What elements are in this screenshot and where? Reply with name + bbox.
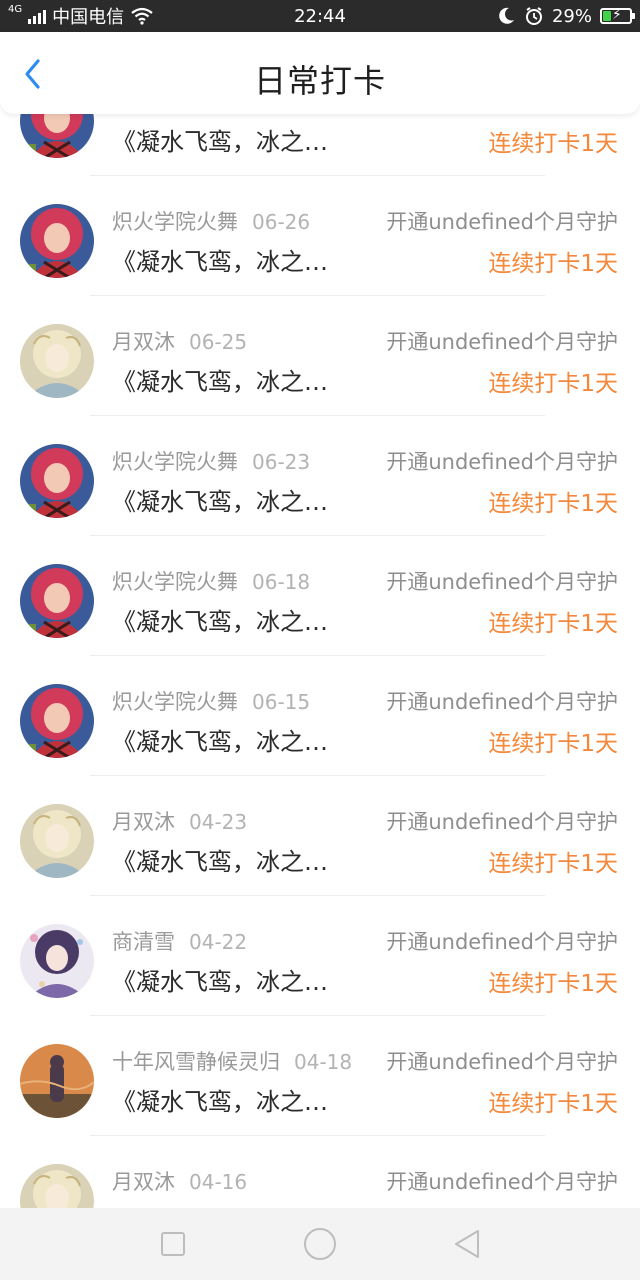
checkin-content: 《凝水飞鸾，冰之… bbox=[112, 968, 328, 996]
checkin-content: 《凝水飞鸾，冰之… bbox=[112, 848, 328, 876]
battery-percent: 29% bbox=[551, 5, 592, 27]
user-name: 商清雪 bbox=[112, 930, 175, 954]
checkin-date: 04-23 bbox=[189, 810, 248, 834]
user-name: 月双沐 bbox=[112, 1170, 175, 1194]
status-right: 29% ⚡ bbox=[496, 0, 635, 32]
guard-status: 开通undefined个月守护 bbox=[386, 930, 618, 954]
system-back-button[interactable] bbox=[447, 1224, 487, 1264]
checkin-date: 06-18 bbox=[252, 570, 311, 594]
guard-status: 开通undefined个月守护 bbox=[386, 690, 618, 714]
checkin-date: 06-23 bbox=[252, 450, 311, 474]
battery-fill bbox=[603, 11, 611, 21]
moon-icon bbox=[499, 7, 514, 24]
battery-icon: ⚡ bbox=[600, 7, 635, 24]
streak-label: 连续打卡1天 bbox=[488, 611, 618, 637]
guard-status: 开通undefined个月守护 bbox=[386, 450, 618, 474]
name-line: 炽火学院火舞 06-26 bbox=[112, 206, 310, 236]
checkin-date: 06-26 bbox=[252, 210, 311, 234]
checkin-row[interactable]: 商清雪 04-22 开通undefined个月守护《凝水飞鸾，冰之… 连续打卡1天 bbox=[0, 896, 640, 1016]
guard-status: 开通undefined个月守护 bbox=[386, 210, 618, 234]
name-line: 商清雪 04-22 bbox=[112, 926, 247, 956]
checkin-row[interactable]: 十年风雪静候灵归 04-18 开通undefined个月守护《凝水飞鸾，冰之… 连续打… bbox=[0, 1016, 640, 1136]
checkin-content: 《凝水飞鸾，冰之… bbox=[112, 248, 328, 276]
user-name: 十年风雪静候灵归 bbox=[112, 1050, 280, 1074]
guard-status: 开通undefined个月守护 bbox=[386, 810, 618, 834]
avatar[interactable] bbox=[20, 324, 94, 398]
streak-label: 连续打卡1天 bbox=[488, 851, 618, 877]
avatar[interactable] bbox=[20, 114, 94, 158]
checkin-row[interactable]: 炽火学院火舞 06-15 开通undefined个月守护《凝水飞鸾，冰之… 连续打卡1… bbox=[0, 656, 640, 776]
name-line: 炽火学院火舞 06-18 bbox=[112, 566, 310, 596]
checkin-content: 《凝水飞鸾，冰之… bbox=[112, 128, 328, 156]
guard-status: 开通undefined个月守护 bbox=[386, 570, 618, 594]
avatar[interactable] bbox=[20, 804, 94, 878]
user-name: 月双沐 bbox=[112, 810, 175, 834]
status-left: 4G 中国电信 bbox=[8, 3, 268, 29]
streak-label: 连续打卡1天 bbox=[488, 731, 618, 757]
checkin-row[interactable]: 炽火学院火舞 06-26 开通undefined个月守护《凝水飞鸾，冰之… 连续打卡1… bbox=[0, 176, 640, 296]
status-bar: 4G 中国电信 22:44 29% ⚡ bbox=[0, 0, 640, 32]
checkin-content: 《凝水飞鸾，冰之… bbox=[112, 608, 328, 636]
user-name: 炽火学院火舞 bbox=[112, 690, 238, 714]
streak-label: 连续打卡1天 bbox=[488, 491, 618, 517]
network-type: 4G bbox=[8, 4, 23, 15]
checkin-row[interactable]: 月双沐 04-23 开通undefined个月守护《凝水飞鸾，冰之… 连续打卡1天 bbox=[0, 776, 640, 896]
guard-status: 开通undefined个月守护 bbox=[386, 1050, 618, 1074]
streak-label: 连续打卡1天 bbox=[488, 251, 618, 277]
checkin-row[interactable]: 炽火学院火舞 06-18 开通undefined个月守护《凝水飞鸾，冰之… 连续打卡1… bbox=[0, 536, 640, 656]
name-line: 月双沐 04-23 bbox=[112, 806, 247, 836]
checkin-row[interactable]: 月双沐 06-25 开通undefined个月守护《凝水飞鸾，冰之… 连续打卡1天 bbox=[0, 296, 640, 416]
name-line: 月双沐 04-16 bbox=[112, 1166, 247, 1196]
avatar[interactable] bbox=[20, 684, 94, 758]
checkin-list-content: 《凝水飞鸾，冰之… 连续打卡1天 炽火学院火舞 06-26 开通undefined个月守… bbox=[0, 114, 640, 1208]
avatar[interactable] bbox=[20, 1044, 94, 1118]
checkin-date: 06-15 bbox=[252, 690, 311, 714]
system-nav-bar bbox=[0, 1208, 640, 1280]
circle-icon bbox=[303, 1228, 336, 1260]
avatar[interactable] bbox=[20, 564, 94, 638]
signal-icon bbox=[28, 8, 47, 24]
checkin-date: 04-16 bbox=[189, 1170, 248, 1194]
checkin-row[interactable]: 《凝水飞鸾，冰之… 连续打卡1天 bbox=[0, 114, 640, 176]
triangle-back-icon bbox=[454, 1230, 479, 1258]
checkin-row[interactable]: 月双沐04-16开通undefined个月守护《凝水飞鸾，冰之…连续打卡1天 bbox=[0, 1136, 640, 1208]
page-title: 日常打卡 bbox=[253, 62, 386, 100]
streak-label: 连续打卡1天 bbox=[488, 131, 618, 157]
checkin-date: 04-18 bbox=[294, 1050, 353, 1074]
charging-icon: ⚡ bbox=[612, 7, 622, 23]
wifi-icon bbox=[131, 7, 153, 25]
streak-label: 连续打卡1天 bbox=[488, 371, 618, 397]
recent-apps-button[interactable] bbox=[153, 1224, 193, 1264]
checkin-content: 《凝水飞鸾，冰之… bbox=[112, 1088, 328, 1116]
carrier-name: 中国电信 bbox=[52, 7, 125, 28]
home-button[interactable] bbox=[300, 1224, 340, 1264]
user-name: 炽火学院火舞 bbox=[112, 450, 238, 474]
square-icon bbox=[161, 1232, 186, 1256]
avatar[interactable] bbox=[20, 204, 94, 278]
checkin-row[interactable]: 炽火学院火舞 06-23 开通undefined个月守护《凝水飞鸾，冰之… 连续打卡1… bbox=[0, 416, 640, 536]
guard-status: 开通undefined个月守护 bbox=[386, 1170, 618, 1194]
name-line: 月双沐 06-25 bbox=[112, 326, 247, 356]
avatar[interactable] bbox=[20, 924, 94, 998]
avatar[interactable] bbox=[20, 444, 94, 518]
guard-status: 开通undefined个月守护 bbox=[386, 330, 618, 354]
user-name: 炽火学院火舞 bbox=[112, 570, 238, 594]
streak-label: 连续打卡1天 bbox=[488, 971, 618, 997]
checkin-content: 《凝水飞鸾，冰之… bbox=[112, 488, 328, 516]
checkin-list[interactable]: 《凝水飞鸾，冰之… 连续打卡1天 炽火学院火舞 06-26 开通undefined个月守… bbox=[0, 114, 640, 1208]
header: 日常打卡 bbox=[0, 32, 640, 114]
user-name: 炽火学院火舞 bbox=[112, 210, 238, 234]
user-name: 月双沐 bbox=[112, 330, 175, 354]
checkin-content: 《凝水飞鸾，冰之… bbox=[112, 368, 328, 396]
name-line: 炽火学院火舞 06-23 bbox=[112, 446, 310, 476]
name-line: 十年风雪静候灵归 04-18 bbox=[112, 1046, 352, 1076]
checkin-content: 《凝水飞鸾，冰之… bbox=[112, 728, 328, 756]
avatar[interactable] bbox=[20, 1164, 94, 1208]
checkin-date: 06-25 bbox=[189, 330, 248, 354]
checkin-date: 04-22 bbox=[189, 930, 248, 954]
streak-label: 连续打卡1天 bbox=[488, 1091, 618, 1117]
name-line: 炽火学院火舞 06-15 bbox=[112, 686, 310, 716]
alarm-icon bbox=[525, 7, 542, 25]
